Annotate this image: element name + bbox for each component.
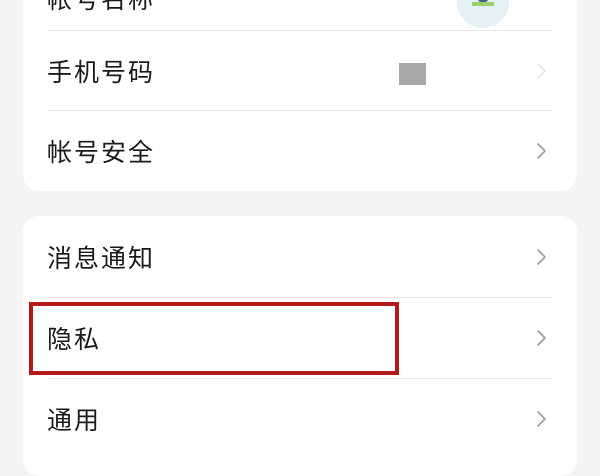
notifications-label: 消息通知: [47, 244, 156, 273]
avatar-icon[interactable]: [457, 0, 509, 28]
general-row[interactable]: 通用: [23, 379, 577, 459]
general-label: 通用: [47, 406, 102, 435]
chevron-right-icon: [537, 249, 546, 265]
phone-number-label: 手机号码: [47, 58, 156, 87]
chevron-right-icon: [537, 63, 546, 79]
phone-number-row[interactable]: 手机号码: [23, 31, 577, 111]
privacy-highlight-box: [29, 302, 399, 375]
chevron-right-icon: [537, 330, 546, 346]
masked-phone-value: [399, 63, 426, 85]
account-name-label: 帐号名称: [47, 0, 155, 16]
account-info-card: 帐号名称 手机号码 帐号安全: [23, 0, 577, 191]
chevron-right-icon: [537, 411, 546, 427]
account-security-label: 帐号安全: [47, 138, 156, 167]
account-name-row[interactable]: 帐号名称: [23, 0, 577, 30]
notifications-row[interactable]: 消息通知: [23, 217, 577, 297]
chevron-right-icon: [537, 143, 546, 159]
account-security-row[interactable]: 帐号安全: [23, 111, 577, 191]
